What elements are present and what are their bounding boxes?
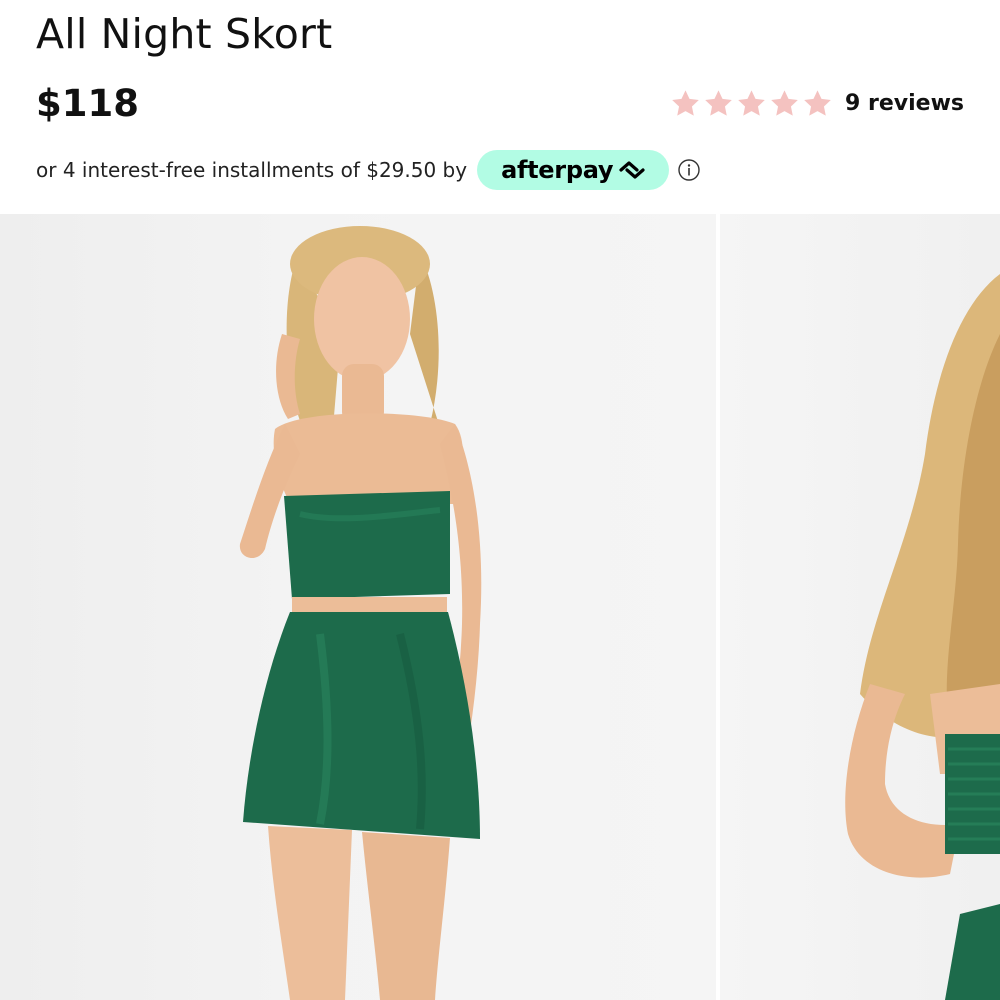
product-price: $118 — [36, 82, 139, 125]
reviews-link[interactable]: 9 reviews — [845, 91, 964, 116]
product-title: All Night Skort — [36, 10, 333, 58]
model-front-photo[interactable] — [0, 214, 716, 1000]
installments-text: or 4 interest-free installments of $29.5… — [36, 158, 468, 182]
star-icon — [771, 89, 798, 116]
product-image-gallery[interactable] — [0, 214, 1000, 1000]
star-icon — [804, 89, 831, 116]
model-back-illustration — [845, 274, 1000, 1000]
product-header: All Night Skort $118 9 reviews or 4 inte… — [0, 0, 1000, 214]
installments-row: or 4 interest-free installments of $29.5… — [36, 150, 701, 190]
model-back-photo[interactable] — [720, 214, 1000, 1000]
info-icon[interactable] — [677, 158, 701, 182]
afterpay-logo-text: afterpay — [501, 156, 614, 184]
star-icon — [672, 89, 699, 116]
afterpay-badge[interactable]: afterpay — [477, 150, 670, 190]
rating-summary[interactable]: 9 reviews — [670, 86, 964, 120]
model-front-illustration — [239, 226, 482, 1000]
star-icon — [738, 89, 765, 116]
star-icon — [705, 89, 732, 116]
star-rating — [670, 88, 833, 119]
afterpay-arrows-icon — [619, 161, 645, 179]
